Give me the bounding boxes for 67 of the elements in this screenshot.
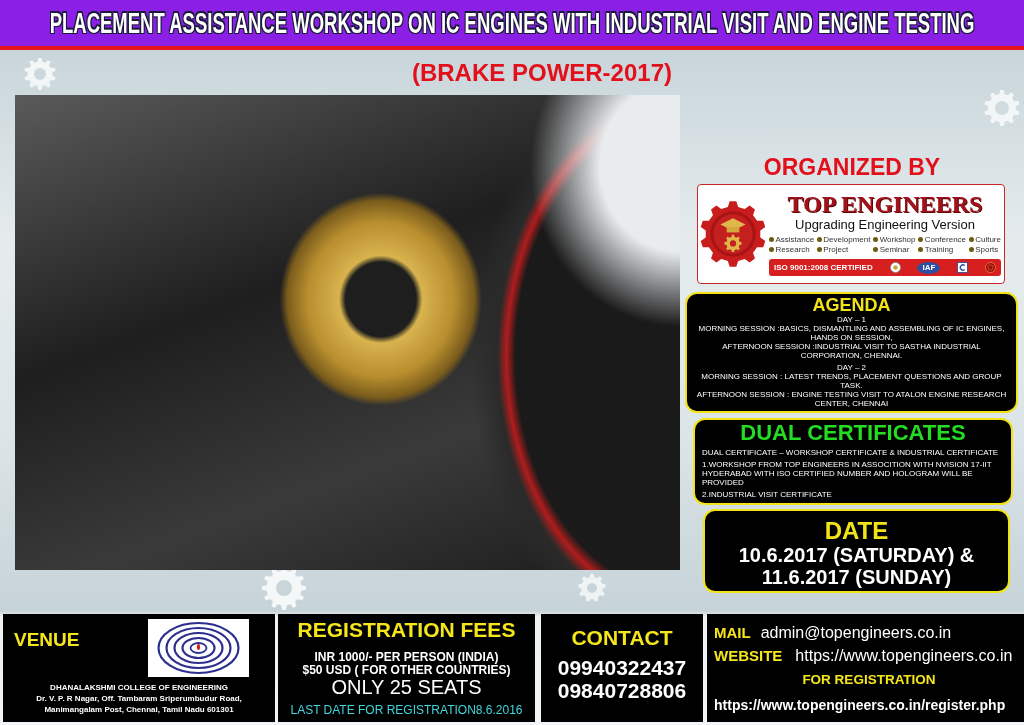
bullet-icon bbox=[968, 237, 974, 242]
seats-text: ONLY 25 SEATS bbox=[331, 677, 482, 697]
bullet-icon bbox=[816, 247, 822, 252]
phone-number: 09840728806 bbox=[557, 679, 687, 702]
service-label: Training bbox=[924, 245, 954, 254]
bullet-icon bbox=[873, 237, 879, 242]
bullet-icon bbox=[816, 237, 822, 242]
organizer-heading: ORGANIZED BY bbox=[763, 154, 941, 180]
service-label: Seminar bbox=[879, 245, 910, 254]
registration-url: https://www.topengineers.co.in/register.php bbox=[714, 696, 1007, 715]
service-label: Assistance bbox=[775, 235, 815, 244]
deadline-text: LAST DATE FOR REGISTRATION8.6.2016 bbox=[290, 703, 523, 717]
certificate-text: DUAL CERTIFICATE – WORKSHOP CERTIFICATE & INDUSTRIAL CERTIFICATE bbox=[702, 448, 1000, 457]
service-label: Sports bbox=[975, 245, 999, 254]
service-label: Conference bbox=[924, 235, 967, 244]
date-heading: DATE bbox=[824, 518, 889, 544]
gear-icon bbox=[578, 574, 606, 602]
contact-heading: CONTACT bbox=[571, 626, 673, 650]
gear-icon bbox=[984, 90, 1020, 126]
session-text: MORNING SESSION : LATEST TRENDS, PLACEMENT QUESTIONS AND GROUP TASK. bbox=[700, 372, 1003, 390]
poster-title: PLACEMENT ASSISTANCE WORKSHOP ON IC ENGINES WITH INDUSTRIAL VISIT AND ENGINE TESTING bbox=[49, 7, 975, 39]
accreditation-badge: IAF bbox=[917, 261, 941, 274]
round-seal-icon bbox=[985, 262, 996, 273]
organizer-name: TOP ENGINEERS bbox=[787, 192, 983, 217]
email-address: admin@topengineers.co.in bbox=[760, 623, 952, 643]
certificate-mark-icon bbox=[957, 262, 969, 273]
certificates-heading: DUAL CERTIFICATES bbox=[740, 421, 966, 445]
organizer-tagline: Upgrading Engineering Version bbox=[795, 217, 975, 232]
poster-subtitle: (BRAKE POWER-2017) bbox=[411, 58, 672, 87]
day-label: DAY – 1 bbox=[836, 315, 867, 324]
day-label: DAY – 2 bbox=[836, 363, 867, 372]
bullet-icon bbox=[968, 247, 974, 252]
bullet-icon bbox=[769, 247, 774, 252]
session-text: AFTERNOON SESSION : ENGINE TESTING VISIT TO ATALON ENGINE RESEARCH CENTER, CHENNAI bbox=[695, 390, 1008, 408]
bullet-icon bbox=[873, 247, 879, 252]
phone-number: 09940322437 bbox=[557, 656, 687, 679]
college-emblem-icon bbox=[148, 619, 249, 677]
certificate-text: 1.WORKSHOP FROM TOP ENGINEERS IN ASSOCITION WITH NVISION 17-IIT HYDERABAD WITH ISO CERTIFIED NUMBER AND HOLOGRAM WILL BE PROVIDED bbox=[702, 460, 993, 487]
service-label: Culture bbox=[975, 235, 1001, 244]
bullet-icon bbox=[769, 237, 774, 242]
gear-icon bbox=[24, 58, 56, 90]
session-text: MORNING SESSION :BASICS, DISMANTLING AND ASSEMBLING OF IC ENGINES, HANDS ON SESSION, bbox=[697, 324, 1006, 342]
gear-emblem-icon bbox=[700, 201, 766, 267]
fee-text: INR 1000/- PER PERSON (INDIA) bbox=[313, 651, 500, 664]
date-text: 11.6.2017 (SUNDAY) bbox=[761, 566, 952, 588]
registration-label: FOR REGISTRATION bbox=[802, 671, 936, 689]
website-label: WEBSITE bbox=[714, 646, 783, 666]
address-text: DHANALAKSHMI COLLEGE OF ENGINEERING bbox=[49, 682, 229, 693]
bullet-icon bbox=[918, 237, 924, 242]
agenda-heading: AGENDA bbox=[812, 296, 891, 315]
date-text: 10.6.2017 (SATURDAY) & bbox=[738, 544, 975, 566]
service-label: Project bbox=[823, 245, 849, 254]
service-label: Research bbox=[775, 245, 810, 254]
fees-heading: REGISTRATION FEES bbox=[297, 619, 516, 641]
address-text: Dr. V. P. R Nagar, Off. Tambaram Sriperumbudur Road, bbox=[35, 693, 243, 704]
service-label: Workshop bbox=[879, 235, 916, 244]
service-label: Development bbox=[823, 235, 871, 244]
mail-label: MAIL bbox=[714, 623, 751, 643]
address-text: Manimangalam Post, Chennai, Tamil Nadu 601301 bbox=[43, 704, 235, 715]
bullet-icon bbox=[918, 247, 924, 252]
certification-text: ISO 9001:2008 CERTIFIED bbox=[774, 263, 873, 272]
website-url: https://www.topengineers.co.in bbox=[795, 646, 1013, 666]
venue-heading: VENUE bbox=[14, 629, 80, 651]
fee-text: $50 USD ( FOR OTHER COUNTRIES) bbox=[302, 664, 511, 677]
seal-icon bbox=[889, 262, 901, 273]
session-text: AFTERNOON SESSION :INDUSTRIAL VISIT TO SASTHA INDUSTRIAL CORPORATION, CHENNAI. bbox=[721, 342, 982, 360]
certificate-text: 2.INDUSTRIAL VISIT CERTIFICATE bbox=[702, 490, 833, 499]
